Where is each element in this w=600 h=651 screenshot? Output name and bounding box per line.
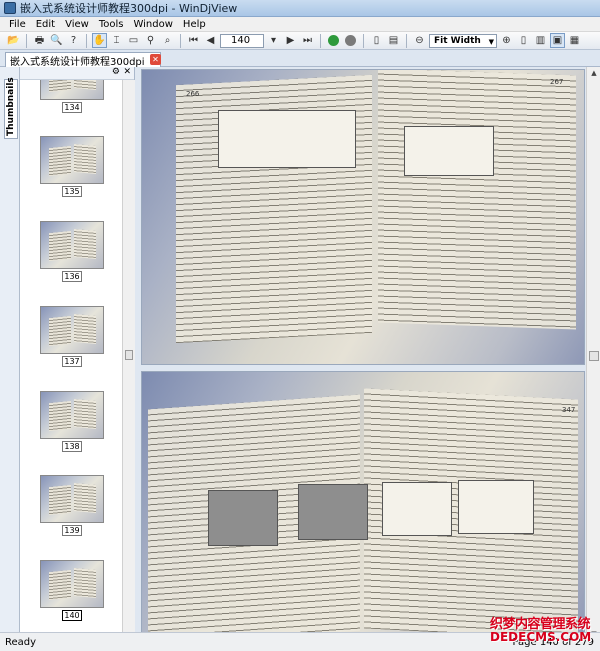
thumbnail-image: [40, 80, 104, 100]
menu-edit[interactable]: Edit: [31, 19, 60, 30]
thumbnails-scrollbar[interactable]: [122, 80, 135, 640]
zoom-select[interactable]: Fit Width ▼: [429, 33, 497, 48]
menu-bar: File Edit View Tools Window Help: [0, 17, 600, 32]
thumbnail-item[interactable]: 138: [40, 391, 104, 452]
document-viewer[interactable]: 266 267 347 ▲ ▼: [135, 67, 600, 640]
zoom-value: Fit Width: [434, 35, 481, 46]
close-tab-icon[interactable]: ✕: [150, 54, 161, 65]
page-number-left: 266: [186, 90, 200, 98]
first-page-icon[interactable]: ⏮: [186, 33, 201, 48]
tab-strip: 嵌入式系统设计师教程300dpi ✕: [0, 50, 600, 68]
figure-diagram: [382, 482, 452, 536]
thumbnail-label: 139: [62, 525, 82, 536]
last-page-icon[interactable]: ⏭: [300, 33, 315, 48]
document-scrollbar[interactable]: ▲ ▼: [586, 67, 600, 640]
thumbnail-list: 134 135 136 137 138 139 140: [20, 80, 122, 640]
fit-page-icon[interactable]: ▯: [369, 33, 384, 48]
thumbnail-image: [40, 560, 104, 608]
thumbnail-label: 140: [62, 610, 82, 621]
thumbnail-item[interactable]: 134: [40, 80, 104, 113]
toolbar-separator: [86, 33, 87, 48]
thumbnail-label: 138: [62, 441, 82, 452]
rect-select-icon[interactable]: ▭: [126, 33, 141, 48]
thumbnail-item[interactable]: 136: [40, 221, 104, 282]
scrollbar-thumb[interactable]: [589, 351, 599, 361]
close-icon[interactable]: ✕: [123, 67, 131, 77]
prev-page-icon[interactable]: ◀: [203, 33, 218, 48]
back-icon[interactable]: [326, 33, 341, 48]
watermark-url: DEDECMS.COM: [490, 630, 592, 644]
gear-icon[interactable]: ⚙: [112, 67, 120, 77]
figure-diagram: [458, 480, 534, 534]
open-icon[interactable]: 📂: [6, 33, 21, 48]
thumbnail-image: [40, 221, 104, 269]
select-tool-icon[interactable]: ⌶: [109, 33, 124, 48]
figure-diagram: [298, 484, 368, 540]
menu-help[interactable]: Help: [178, 19, 211, 30]
thumbnail-item[interactable]: 137: [40, 306, 104, 367]
page-view-top: 266 267: [141, 69, 585, 365]
toolbar-separator: [363, 33, 364, 48]
tab-thumbnails[interactable]: Thumbnails: [4, 77, 18, 139]
thumbnail-label: 137: [62, 356, 82, 367]
page-number-input[interactable]: 140: [220, 33, 264, 48]
toolbar: 📂 🖶 🔍 ? ✋ ⌶ ▭ ⚲ ⌕ ⏮ ◀ 140 ▾ ▶ ⏭ ▯ ▤ ⊖ Fi…: [0, 32, 600, 50]
thumbnail-item[interactable]: 139: [40, 475, 104, 536]
fit-width-icon[interactable]: ▤: [386, 33, 401, 48]
tab-document[interactable]: 嵌入式系统设计师教程300dpi: [5, 52, 161, 68]
thumbnail-label: 136: [62, 271, 82, 282]
facing-pages-icon[interactable]: ▣: [550, 33, 565, 48]
continuous-icon[interactable]: ▥: [533, 33, 548, 48]
toolbar-separator: [320, 33, 321, 48]
thumbnail-label: 134: [62, 102, 82, 113]
menu-tools[interactable]: Tools: [94, 19, 129, 30]
zoom-in-icon[interactable]: ⊕: [499, 33, 514, 48]
magnify-icon[interactable]: ⌕: [160, 33, 175, 48]
zoom-out-icon[interactable]: ⊖: [412, 33, 427, 48]
thumbnail-image: [40, 136, 104, 184]
page-dropdown-icon[interactable]: ▾: [266, 33, 281, 48]
panel-header: ⚙ ✕: [20, 67, 134, 80]
thumbnail-item[interactable]: 135: [40, 136, 104, 197]
page-number-right: 347: [562, 406, 576, 414]
scrollbar-thumb[interactable]: [125, 350, 133, 360]
menu-view[interactable]: View: [60, 19, 94, 30]
thumbnails-panel: ⚙ ✕ 134 135 136 137 138 139 140: [20, 67, 135, 640]
sidebar-tab-strip: Thumbnails: [0, 67, 20, 640]
window-title: 嵌入式系统设计师教程300dpi - WinDjView: [20, 2, 238, 15]
toolbar-separator: [406, 33, 407, 48]
thumbnail-image: [40, 475, 104, 523]
thumbnail-image: [40, 306, 104, 354]
forward-icon[interactable]: [343, 33, 358, 48]
figure-diagram: [208, 490, 278, 546]
tab-label: 嵌入式系统设计师教程300dpi: [10, 56, 145, 68]
hand-tool-icon[interactable]: ✋: [92, 33, 107, 48]
title-bar: 嵌入式系统设计师教程300dpi - WinDjView: [0, 0, 600, 17]
single-page-icon[interactable]: ▯: [516, 33, 531, 48]
thumbnail-label: 135: [62, 186, 82, 197]
toolbar-separator: [180, 33, 181, 48]
zoom-tool-icon[interactable]: ⚲: [143, 33, 158, 48]
thumbnails-tab-label: Thumbnails: [6, 77, 16, 136]
book-right-page: [378, 70, 576, 330]
menu-window[interactable]: Window: [128, 19, 177, 30]
find-icon[interactable]: 🔍: [49, 33, 64, 48]
page-view-bottom: 347: [141, 371, 585, 639]
chevron-down-icon: ▼: [488, 37, 494, 46]
rotate-icon[interactable]: ▦: [567, 33, 582, 48]
menu-file[interactable]: File: [4, 19, 31, 30]
app-icon: [4, 2, 16, 14]
page-number-right: 267: [550, 78, 564, 86]
next-page-icon[interactable]: ▶: [283, 33, 298, 48]
figure-diagram: [218, 110, 356, 168]
toolbar-separator: [26, 33, 27, 48]
thumbnail-item-current[interactable]: 140: [40, 560, 104, 621]
info-icon[interactable]: ?: [66, 33, 81, 48]
status-text: Ready: [5, 636, 37, 648]
thumbnail-image: [40, 391, 104, 439]
figure-diagram: [404, 126, 494, 176]
scroll-up-icon[interactable]: ▲: [587, 67, 600, 79]
print-icon[interactable]: 🖶: [32, 33, 47, 48]
